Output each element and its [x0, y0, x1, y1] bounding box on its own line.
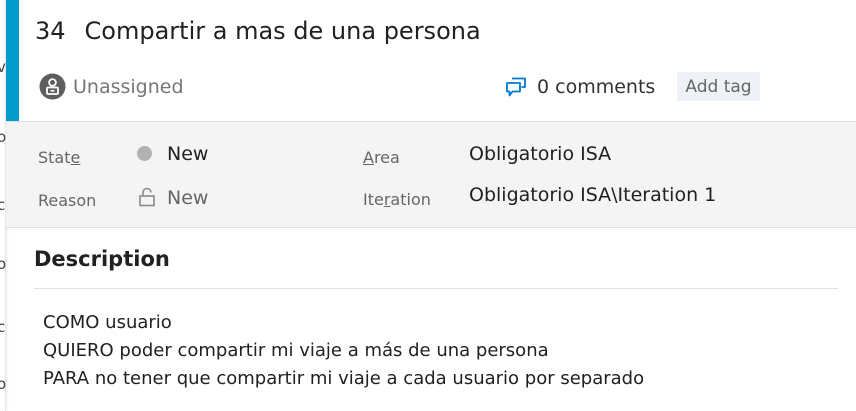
reason-value: New	[167, 187, 209, 209]
description-editor[interactable]: COMO usuario QUIERO poder compartir mi v…	[43, 309, 644, 393]
state-label: State	[38, 148, 81, 167]
iteration-value[interactable]: Obligatorio ISA\Iteration 1	[469, 184, 716, 206]
work-item-title[interactable]: 34 Compartir a mas de una persona	[35, 17, 481, 45]
description-divider	[34, 288, 838, 289]
state-value[interactable]: New	[167, 143, 208, 165]
left-strip-glyph: o	[0, 255, 7, 273]
person-avatar-icon	[39, 73, 66, 100]
work-item-type-color-bar	[6, 0, 19, 121]
area-label: Area	[363, 148, 400, 167]
work-item-id: 34	[35, 17, 66, 45]
reason-label: Reason	[38, 191, 97, 210]
iteration-label: Iteration	[363, 190, 431, 209]
comments-count: 0 comments	[537, 76, 656, 98]
left-strip-glyph: o	[0, 375, 7, 393]
description-line: COMO usuario	[43, 312, 172, 333]
left-strip-glyph: v	[0, 58, 6, 76]
chat-bubbles-icon	[505, 76, 527, 98]
fields-panel: State New Reason New Area Obligatorio IS…	[6, 121, 856, 228]
comments-link[interactable]: 0 comments	[505, 76, 655, 98]
left-strip-glyph: c	[0, 196, 6, 214]
description-line: PARA no tener que compartir mi viaje a c…	[43, 368, 645, 389]
add-tag-button[interactable]: Add tag	[677, 72, 760, 101]
lock-icon	[138, 187, 156, 207]
assignee-picker[interactable]: Unassigned	[39, 73, 184, 100]
work-item-title-text[interactable]: Compartir a mas de una persona	[85, 17, 481, 45]
description-line: QUIERO poder compartir mi viaje a más de…	[43, 340, 549, 361]
work-item-header: 34 Compartir a mas de una persona Unassig…	[19, 0, 856, 121]
left-strip-glyph: c	[0, 318, 6, 336]
assignee-label: Unassigned	[73, 75, 184, 98]
state-dot-icon	[137, 146, 152, 161]
area-value[interactable]: Obligatorio ISA	[469, 143, 611, 165]
description-heading: Description	[34, 247, 170, 271]
